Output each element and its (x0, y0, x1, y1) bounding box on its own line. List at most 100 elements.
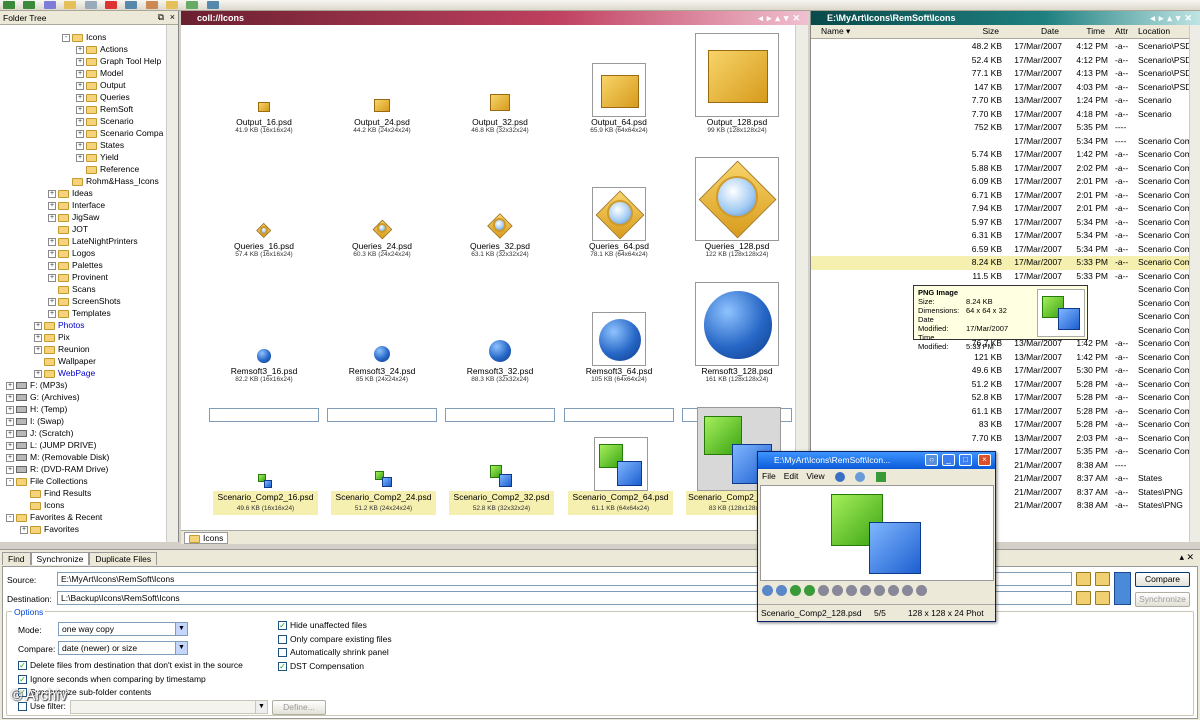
thumbnail-item[interactable]: Scenario_Comp2_32.psd 52.8 KB (32x32x24) (445, 408, 555, 515)
tree-item[interactable]: Rohm&Hass_Icons (62, 175, 159, 187)
undock-icon[interactable]: ⧉ (158, 12, 164, 23)
expand-icon[interactable]: + (76, 129, 84, 138)
option-checkbox[interactable]: ✓ DST Compensation (278, 661, 364, 672)
tree-item[interactable]: + M: (Removable Disk) (6, 451, 109, 463)
file-row[interactable]: Scenario2_64.psd77.1 KB17/Mar/20074:13 P… (811, 67, 1189, 81)
collapse-icon[interactable]: - (6, 477, 14, 486)
tree-item[interactable]: JOT (48, 223, 88, 235)
thumbnail-item[interactable]: Output_32.psd 46.8 KB (32x32x24) (445, 35, 555, 134)
tree-item[interactable]: + Actions (76, 43, 128, 55)
tree-item[interactable]: Find Results (20, 487, 91, 499)
file-row[interactable]: ✓Scenario_Comp2_128.png11.5 KB17/Mar/200… (811, 270, 1189, 284)
checkbox-box[interactable] (278, 648, 287, 658)
close-icon[interactable]: × (170, 12, 175, 22)
file-row[interactable]: ✓Scenario_Comp2_64.png8.24 KB17/Mar/2007… (811, 256, 1189, 270)
expand-icon[interactable]: + (6, 453, 14, 462)
tree-item[interactable]: + Photos (34, 319, 84, 331)
favorite-source-icon[interactable] (1095, 572, 1110, 586)
tree-item[interactable]: Reference (76, 163, 139, 175)
tree-item[interactable]: + Model (76, 67, 123, 79)
expand-icon[interactable]: + (48, 249, 56, 258)
expand-icon[interactable]: + (34, 333, 42, 342)
menu-view[interactable]: View (806, 471, 824, 481)
thumbnail-item[interactable]: Remsoft3_128.psd 161 KB (128x128x24) (682, 282, 792, 383)
file-row[interactable]: Scenario_Comp2_16.psd49.6 KB17/Mar/20075… (811, 364, 1189, 378)
compare-button[interactable]: Compare (1135, 572, 1190, 587)
expand-icon[interactable]: + (6, 417, 14, 426)
tree-item[interactable]: + Provinent (48, 271, 108, 283)
file-row[interactable]: ✓Scenario_Comp_64.png6.71 KB17/Mar/20072… (811, 189, 1189, 203)
tree-item[interactable]: Scans (48, 283, 96, 295)
properties-icon[interactable] (125, 1, 138, 9)
tree-item[interactable]: + Palettes (48, 259, 103, 271)
expand-icon[interactable]: + (20, 525, 28, 534)
delete-icon[interactable] (104, 1, 117, 9)
collapse-icon[interactable]: - (62, 33, 70, 42)
menu-file[interactable]: File (762, 471, 776, 481)
thumbnail-item[interactable]: Scenario_Comp2_16.psd 49.6 KB (16x16x24) (209, 408, 319, 515)
swap-icon[interactable] (1114, 572, 1131, 605)
checkbox-box[interactable]: ✓ (18, 674, 27, 684)
expand-icon[interactable]: + (6, 393, 14, 402)
tree-item[interactable]: + I: (Swap) (6, 415, 64, 427)
tree-item[interactable]: + Queries (76, 91, 130, 103)
zoom-out-icon[interactable] (831, 585, 843, 596)
actual-size-icon[interactable] (859, 585, 871, 596)
option-checkbox[interactable]: Automatically shrink panel (278, 647, 389, 658)
tree-item[interactable]: - Icons (62, 31, 106, 43)
tab-duplicate-files[interactable]: Duplicate Files (89, 552, 158, 565)
file-row[interactable]: Scenario2_128.psd147 KB17/Mar/20074:03 P… (811, 81, 1189, 95)
expand-icon[interactable]: + (76, 57, 84, 66)
tree-item[interactable]: + Scenario (76, 115, 134, 127)
column-time[interactable]: Time (1062, 25, 1108, 39)
file-row[interactable]: Scenario.ico7.70 KB13/Mar/20071:24 PM-a-… (811, 94, 1189, 108)
tool-icon[interactable] (145, 1, 158, 9)
expand-icon[interactable]: + (48, 309, 56, 318)
expand-icon[interactable]: + (76, 153, 84, 162)
expand-icon[interactable]: + (48, 213, 56, 222)
view-icon[interactable] (186, 1, 199, 9)
file-row[interactable]: Scenario2_32.psd52.4 KB17/Mar/20074:12 P… (811, 54, 1189, 68)
rotate-icon[interactable] (875, 471, 886, 482)
expand-icon[interactable]: + (6, 441, 14, 450)
tab-synchronize[interactable]: Synchronize (30, 552, 90, 565)
thumbnail-item[interactable]: Queries_24.psd 60.3 KB (24x24x24) (327, 159, 437, 258)
tree-item[interactable]: + Yield (76, 151, 119, 163)
expand-icon[interactable]: + (76, 93, 84, 102)
mode-select[interactable]: one way copy ▼ (58, 622, 188, 636)
rotate-left-icon[interactable] (789, 585, 801, 596)
navigate-icon[interactable] (835, 471, 846, 482)
expand-icon[interactable]: + (34, 345, 42, 354)
checkbox-box[interactable]: ✓ (18, 661, 27, 671)
browse-source-icon[interactable] (1076, 572, 1091, 586)
expand-icon[interactable]: + (76, 141, 84, 150)
expand-icon[interactable]: + (48, 273, 56, 282)
tree-item[interactable]: + RemSoft (76, 103, 133, 115)
thumbnail-item[interactable]: Remsoft3_32.psd 88.3 KB (32x32x24) (445, 284, 555, 383)
thumbnail-item[interactable]: Queries_16.psd 57.4 KB (16x16x24) (209, 159, 319, 258)
thumbnail-item[interactable]: Output_16.psd 41.9 KB (16x16x24) (209, 35, 319, 134)
column-date[interactable]: Date (1002, 25, 1062, 39)
thumbnail-item[interactable]: Remsoft3_16.psd 82.2 KB (16x16x24) (209, 284, 319, 383)
tree-item[interactable]: + JigSaw (48, 211, 99, 223)
tree-item[interactable]: + Reunion (34, 343, 90, 355)
filter-select[interactable]: ▼ (70, 700, 268, 714)
thumbnail-item[interactable]: Output_64.psd 65.9 KB (64x64x24) (564, 35, 674, 134)
tree-item[interactable]: Icons (20, 499, 64, 511)
tree-item[interactable]: + Ideas (48, 187, 93, 199)
expand-icon[interactable]: + (6, 381, 14, 390)
option-checkbox[interactable]: ✓ Ignore seconds when comparing by timest… (18, 674, 206, 685)
layout-icon[interactable] (206, 1, 219, 9)
thumbnail-item[interactable]: Scenario_Comp2_128.psd 83 KB (128x128x24) (682, 407, 792, 515)
synchronize-button[interactable]: Synchronize (1135, 592, 1190, 607)
forward-icon[interactable] (23, 1, 36, 9)
zoom-in-icon[interactable] (817, 585, 829, 596)
tree-item[interactable]: + F: (MP3s) (6, 379, 67, 391)
file-row[interactable]: ✓Scenario_Comp_24.png5.88 KB17/Mar/20072… (811, 162, 1189, 176)
expand-icon[interactable]: + (48, 297, 56, 306)
file-row[interactable]: PNG17/Mar/20075:34 PM----Scenario Com (811, 135, 1189, 149)
tree-item[interactable]: + Output (76, 79, 126, 91)
list-scrollbar[interactable] (1189, 25, 1200, 542)
expand-icon[interactable]: + (76, 45, 84, 54)
file-row[interactable]: ✓Scenario_Comp2_16.png5.97 KB17/Mar/2007… (811, 216, 1189, 230)
